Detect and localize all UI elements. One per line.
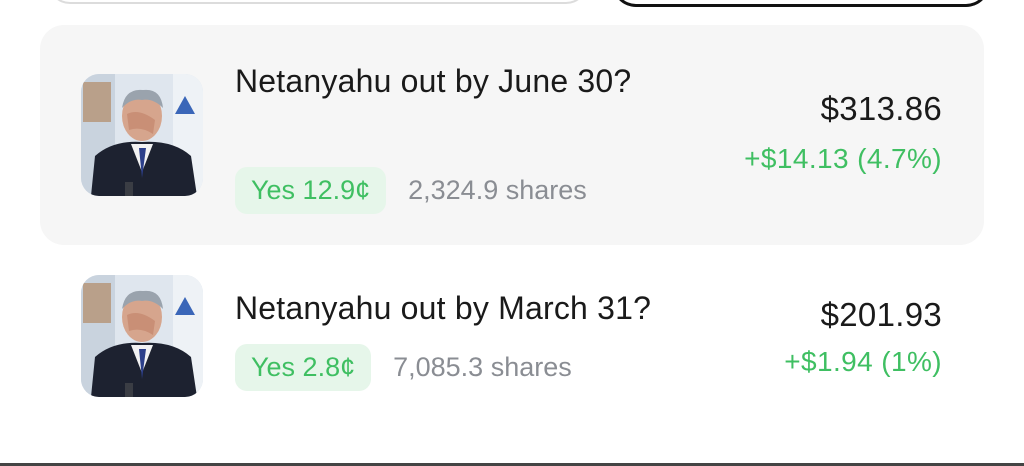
- market-thumbnail: [81, 275, 203, 397]
- shares-count: 7,085.3 shares: [393, 352, 572, 382]
- person-photo-icon: [81, 74, 203, 196]
- position-value: $313.86: [820, 90, 942, 127]
- market-title[interactable]: Netanyahu out by March 31?: [235, 285, 755, 332]
- position-change: +$1.94 (1%): [784, 346, 942, 377]
- market-title[interactable]: Netanyahu out by June 30?: [235, 58, 665, 105]
- position-card[interactable]: Netanyahu out by June 30? Yes 12.9¢ 2,32…: [40, 25, 984, 245]
- position-change: +$14.13 (4.7%): [744, 143, 942, 174]
- position-meta: Yes 12.9¢ 2,324.9 shares: [235, 167, 587, 214]
- position-meta: Yes 2.8¢ 7,085.3 shares: [235, 344, 572, 391]
- market-thumbnail: [81, 74, 203, 196]
- shares-count: 2,324.9 shares: [408, 175, 587, 205]
- person-photo-icon: [81, 275, 203, 397]
- search-input[interactable]: [48, 0, 588, 4]
- outcome-badge: Yes 2.8¢: [235, 344, 372, 391]
- position-card[interactable]: Netanyahu out by March 31? Yes 2.8¢ 7,08…: [40, 255, 984, 425]
- filter-button[interactable]: [612, 0, 990, 7]
- outcome-badge: Yes 12.9¢: [235, 167, 387, 214]
- position-value: $201.93: [820, 296, 942, 333]
